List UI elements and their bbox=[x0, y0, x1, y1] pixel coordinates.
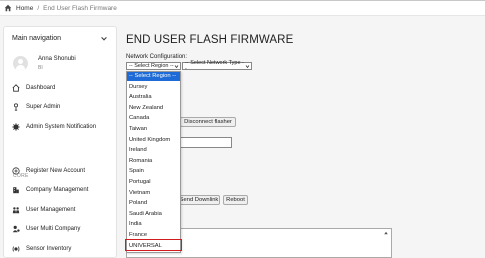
building-icon bbox=[13, 187, 19, 194]
home-icon bbox=[12, 84, 20, 92]
sidebar: Main navigation Anna Shonubi BI Dashboar… bbox=[3, 26, 117, 258]
chevron-down-icon bbox=[245, 64, 250, 68]
page-title: END USER FLASH FIRMWARE bbox=[126, 34, 294, 46]
region-dropdown-list: -- Select Region -- Dursey Australia New… bbox=[126, 71, 181, 253]
sidebar-item-company-management[interactable]: Company Management bbox=[12, 184, 88, 196]
region-select[interactable]: -- Select Region -- bbox=[126, 62, 181, 70]
gear-icon bbox=[12, 123, 20, 131]
disconnect-flasher-button[interactable]: Disconnect flasher bbox=[180, 117, 236, 127]
sidebar-item-label: User Multi Company bbox=[26, 226, 81, 232]
user-name: Anna Shonubi bbox=[38, 56, 76, 62]
user-multi-icon bbox=[12, 225, 20, 233]
sidebar-item-label: Company Management bbox=[26, 187, 89, 193]
sidebar-item-label: Admin System Notification bbox=[26, 124, 97, 130]
network-configuration-label: Network Configuration: bbox=[126, 54, 188, 60]
chevron-down-icon bbox=[174, 64, 179, 68]
region-option[interactable]: Portugal bbox=[127, 178, 180, 187]
sidebar-item-register-new-account[interactable]: Register New Account bbox=[12, 165, 85, 177]
region-option[interactable]: Romania bbox=[127, 157, 180, 166]
users-icon bbox=[12, 207, 20, 214]
region-option[interactable]: Ireland bbox=[127, 146, 180, 155]
sidebar-item-sensor-inventory[interactable]: Sensor Inventory bbox=[12, 243, 71, 255]
person-icon bbox=[14, 103, 18, 111]
region-option[interactable]: Dursey bbox=[127, 83, 180, 92]
network-type-select[interactable]: -- Select Network Type -- bbox=[182, 60, 252, 72]
sidebar-title: Main navigation bbox=[12, 35, 62, 42]
breadcrumb-separator: / bbox=[37, 4, 40, 12]
scroll-up-icon[interactable] bbox=[383, 230, 389, 236]
sidebar-item-label: Sensor Inventory bbox=[26, 246, 72, 252]
avatar[interactable] bbox=[13, 56, 28, 71]
sidebar-item-label: User Management bbox=[26, 207, 76, 213]
sidebar-item-dashboard[interactable]: Dashboard bbox=[12, 82, 55, 94]
sidebar-item-admin-system-notification[interactable]: Admin System Notification bbox=[12, 121, 96, 133]
breadcrumb-current: End User Flash Firmware bbox=[43, 4, 117, 12]
breadcrumb: Home / End User Flash Firmware bbox=[0, 0, 485, 16]
chevron-down-icon[interactable] bbox=[100, 35, 108, 43]
sidebar-item-super-admin[interactable]: Super Admin bbox=[12, 101, 60, 113]
sidebar-item-label: Super Admin bbox=[26, 104, 61, 110]
selection-highlight-box bbox=[125, 239, 182, 251]
sidebar-item-user-management[interactable]: User Management bbox=[12, 204, 75, 216]
region-option[interactable]: Taiwan bbox=[127, 125, 180, 134]
region-option[interactable]: Spain bbox=[127, 167, 180, 176]
region-option[interactable]: Canada bbox=[127, 114, 180, 123]
region-option[interactable]: Australia bbox=[127, 93, 180, 102]
reboot-button[interactable]: Reboot bbox=[223, 195, 248, 205]
plus-circle-icon bbox=[12, 167, 20, 175]
sidebar-item-label: Register New Account bbox=[26, 168, 86, 174]
region-option[interactable]: Vietnam bbox=[127, 189, 180, 198]
region-option[interactable]: Saudi Arabia bbox=[127, 210, 180, 219]
sidebar-item-user-multi-company[interactable]: User Multi Company bbox=[12, 223, 80, 235]
region-option[interactable]: Poland bbox=[127, 199, 180, 208]
region-option[interactable]: India bbox=[127, 220, 180, 229]
send-downlink-button[interactable]: Send Downlink bbox=[178, 195, 220, 205]
region-option[interactable]: -- Select Region -- bbox=[127, 72, 180, 81]
home-icon[interactable] bbox=[4, 4, 12, 12]
sidebar-item-label: Dashboard bbox=[26, 85, 56, 91]
text-input[interactable] bbox=[180, 137, 232, 148]
region-option[interactable]: New Zealand bbox=[127, 104, 180, 113]
region-option[interactable]: United Kingdom bbox=[127, 136, 180, 145]
breadcrumb-home[interactable]: Home bbox=[16, 5, 33, 12]
sensor-icon bbox=[12, 246, 20, 252]
user-role: BI bbox=[38, 65, 43, 71]
